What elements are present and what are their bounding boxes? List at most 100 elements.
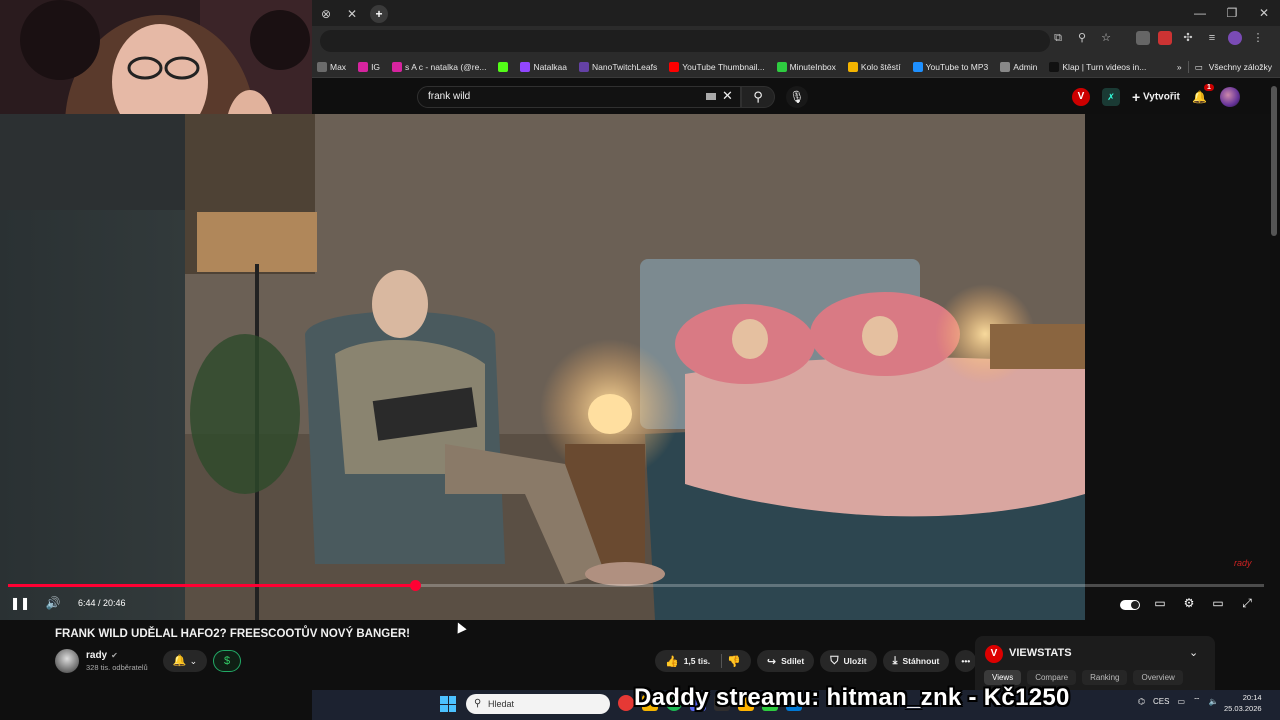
network-icon[interactable]: ⌬: [1138, 697, 1145, 706]
media-icon[interactable]: ≡: [1204, 30, 1220, 46]
bell-icon: 🔔: [172, 655, 187, 667]
bookmark-item[interactable]: Natalkaa: [517, 61, 570, 72]
bookmark-item[interactable]: Klap | Turn videos in...: [1046, 61, 1149, 72]
bookmark-item[interactable]: NanoTwitchLeafs: [576, 61, 660, 72]
bookmark-item[interactable]: MinuteInbox: [774, 61, 839, 72]
video-left-area: [0, 210, 185, 620]
bookmark-item[interactable]: Admin: [997, 61, 1040, 72]
taskbar-search[interactable]: ⚲ Hledat: [466, 694, 610, 714]
system-tray: ⌬ CES ▭ ⌔ 🔈: [1138, 696, 1219, 706]
subscription-bell-button[interactable]: 🔔 ⌄: [163, 650, 207, 672]
extension-x-icon[interactable]: ✗: [1102, 88, 1120, 106]
keyboard-icon[interactable]: [706, 93, 716, 101]
voice-search-button[interactable]: 🎙: [786, 86, 808, 108]
volume-button[interactable]: 🔊: [44, 595, 62, 611]
bookmark-favicon-icon: [669, 61, 680, 72]
address-bar[interactable]: [320, 30, 1050, 52]
bookmark-item[interactable]: [495, 61, 511, 72]
account-avatar[interactable]: [1219, 87, 1240, 107]
channel-name[interactable]: rady: [86, 650, 107, 661]
share-button[interactable]: ↪ Sdílet: [756, 650, 815, 672]
bookmark-label: Kolo štěstí: [860, 61, 901, 72]
wifi-icon[interactable]: ⌔: [1193, 696, 1201, 706]
more-actions-button[interactable]: •••: [955, 650, 977, 672]
minimize-button[interactable]: —: [1184, 0, 1216, 26]
search-clear: ✕: [706, 88, 733, 104]
menu-dots-icon[interactable]: ⋮: [1250, 30, 1266, 46]
extension-icon[interactable]: [1136, 31, 1150, 45]
tab-compare[interactable]: Compare: [1027, 670, 1077, 685]
theater-icon: ▭: [1212, 596, 1224, 610]
viewstats-extension-icon[interactable]: V: [1072, 88, 1090, 106]
search-input[interactable]: frank wild: [417, 86, 741, 108]
bookmark-item[interactable]: Kolo štěstí: [845, 61, 904, 72]
video-title: FRANK WILD UDĚLAL HAFO2? FREESCOOTŮV NOV…: [55, 628, 411, 640]
thanks-button[interactable]: $: [213, 650, 241, 672]
maximize-button[interactable]: ❐: [1216, 0, 1248, 26]
bookmark-item[interactable]: YouTube Thumbnail...: [666, 61, 767, 72]
taskbar-search-placeholder: Hledat: [488, 699, 515, 709]
windows-start-icon[interactable]: [440, 696, 456, 712]
chevron-down-icon[interactable]: ⌄: [1189, 646, 1198, 659]
search-button[interactable]: ⚲: [741, 86, 775, 108]
create-button[interactable]: + Vytvořit: [1132, 89, 1180, 105]
fullscreen-button[interactable]: ⤢: [1238, 595, 1256, 611]
tab-audio-icon[interactable]: ⊗: [318, 7, 334, 21]
pause-button[interactable]: ❚❚: [10, 595, 31, 611]
bookmark-star-icon[interactable]: ☆: [1098, 30, 1114, 46]
video-actions: 👍 1,5 tis. 👎 ↪ Sdílet ⛉ Uložit ⤓ Stáhnou…: [655, 650, 977, 672]
theater-button[interactable]: ▭: [1209, 595, 1227, 611]
video-right-area: [1085, 114, 1270, 620]
volume-icon: 🔊: [45, 596, 61, 610]
progress-bar-fill: [8, 584, 415, 587]
language-indicator[interactable]: CES: [1153, 697, 1169, 706]
like-button[interactable]: 👍 1,5 tis. 👎: [655, 650, 751, 672]
new-tab-button[interactable]: +: [370, 5, 388, 23]
tab-close-icon[interactable]: ✕: [344, 7, 360, 21]
pause-icon: ❚❚: [10, 596, 31, 610]
system-clock[interactable]: 20:14 25.03.2026: [1224, 692, 1262, 714]
chrome-app-icon[interactable]: [618, 695, 634, 711]
all-bookmarks-link[interactable]: Všechny záložky: [1209, 62, 1272, 72]
bookmark-item[interactable]: s A c - natalka (@re...: [389, 61, 489, 72]
subtitles-button[interactable]: ▭: [1151, 595, 1169, 611]
notifications-button[interactable]: 🔔 1: [1192, 84, 1214, 104]
thumbs-up-icon: 👍: [665, 655, 679, 668]
autoplay-toggle[interactable]: [1120, 599, 1140, 610]
search-icon: ⚲: [474, 698, 482, 709]
bookmark-item[interactable]: YouTube to MP3: [910, 61, 992, 72]
bookmark-item[interactable]: Max: [314, 61, 349, 72]
like-count: 1,5 tis.: [683, 656, 711, 666]
clear-search-icon[interactable]: ✕: [722, 88, 733, 103]
bookmark-favicon-icon: [776, 61, 787, 72]
player-controls-right: ▭ ⚙ ▭ ⤢: [1120, 595, 1256, 611]
tab-overview[interactable]: Overview: [1133, 670, 1183, 685]
puzzle-icon[interactable]: ✣: [1180, 30, 1196, 46]
bookmark-favicon-icon: [520, 61, 531, 72]
thumbs-down-icon[interactable]: 👎: [727, 655, 741, 668]
profile-icon[interactable]: [1228, 31, 1242, 45]
window-controls: — ❐ ✕: [1184, 0, 1280, 26]
bookmark-item[interactable]: IG: [355, 61, 383, 72]
page-scrollbar[interactable]: [1271, 86, 1277, 236]
close-window-button[interactable]: ✕: [1248, 0, 1280, 26]
display-icon[interactable]: ▭: [1177, 697, 1185, 706]
tab-ranking[interactable]: Ranking: [1082, 670, 1128, 685]
tab-views[interactable]: Views: [984, 670, 1022, 685]
time-display: 6:44 / 20:46: [78, 598, 126, 608]
create-label: Vytvořit: [1142, 91, 1180, 103]
clock-time: 20:14: [1242, 693, 1262, 702]
speaker-icon[interactable]: 🔈: [1209, 697, 1219, 706]
channel-avatar[interactable]: [55, 649, 79, 673]
chevron-down-icon: ⌄: [189, 656, 198, 666]
save-button[interactable]: ⛉ Uložit: [820, 650, 877, 672]
zoom-icon[interactable]: ⚲: [1074, 30, 1090, 46]
cast-icon[interactable]: ⧉: [1050, 30, 1066, 46]
settings-button[interactable]: ⚙: [1180, 595, 1198, 611]
progress-scrubber[interactable]: [409, 580, 421, 591]
download-button[interactable]: ⤓ Stáhnout: [882, 650, 950, 672]
extension-red-icon[interactable]: [1158, 31, 1172, 45]
subscriber-count: 328 tis. odběratelů: [86, 663, 148, 672]
bookmarks-more-icon[interactable]: »: [1177, 62, 1182, 72]
bookmarks-right: » ▭ Všechny záložky: [1177, 56, 1272, 78]
